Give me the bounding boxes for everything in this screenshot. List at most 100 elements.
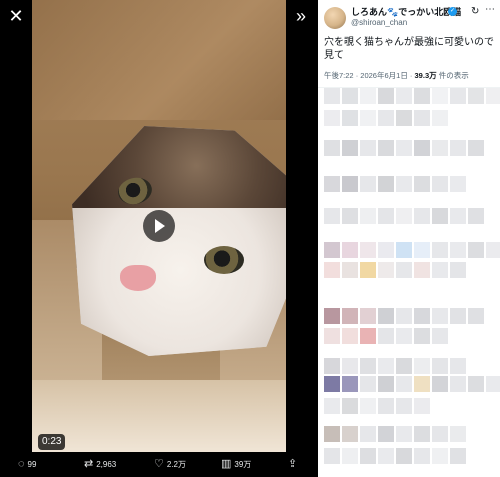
blur-tile <box>432 448 448 464</box>
blur-tile <box>450 176 466 192</box>
blur-tile <box>342 262 358 278</box>
blur-tile <box>414 208 430 224</box>
more-options-icon[interactable]: ⋯ <box>485 4 495 15</box>
play-icon[interactable] <box>143 210 175 242</box>
blur-tile <box>396 110 412 126</box>
blur-tile <box>360 208 376 224</box>
blur-tile <box>414 262 430 278</box>
blur-tile <box>378 140 394 156</box>
blur-tile <box>396 376 412 392</box>
cat-face <box>72 208 286 356</box>
blur-tile <box>342 110 358 126</box>
share-icon: ⇪ <box>288 458 298 470</box>
cat-nose <box>120 265 156 291</box>
blur-tile <box>396 262 412 278</box>
blur-tile <box>342 308 358 324</box>
blur-tile <box>468 242 484 258</box>
blur-tile <box>396 398 412 414</box>
blur-tile <box>378 426 394 442</box>
blur-tile <box>342 242 358 258</box>
blur-tile <box>468 88 484 104</box>
blur-tile <box>450 88 466 104</box>
blur-tile <box>450 140 466 156</box>
blur-tile <box>342 328 358 344</box>
heart-icon: ♡ <box>154 458 164 470</box>
blur-tile <box>396 426 412 442</box>
blur-tile <box>414 328 430 344</box>
blur-tile <box>396 208 412 224</box>
blur-tile <box>324 262 340 278</box>
like-button[interactable]: ♡ 2.2万 <box>154 458 186 470</box>
blur-tile <box>432 208 448 224</box>
action-bar: ◌ 99 ⇄ 2,963 ♡ 2.2万 ▥ 39万 ⇪ <box>0 452 318 477</box>
blur-tile <box>378 398 394 414</box>
blur-tile <box>414 376 430 392</box>
blur-tile <box>324 426 340 442</box>
blur-tile <box>324 358 340 374</box>
blur-tile <box>432 140 448 156</box>
close-icon[interactable]: ✕ <box>4 4 28 28</box>
blur-tile <box>486 88 500 104</box>
blur-tile <box>360 176 376 192</box>
blur-tile <box>342 358 358 374</box>
blur-tile <box>396 448 412 464</box>
tweet-meta: 午後7:22 · 2026年6月1日 · 39.3万 件の表示 <box>324 70 498 81</box>
blur-tile <box>342 398 358 414</box>
reply-button[interactable]: ◌ 99 <box>18 458 36 470</box>
tweet-views: 39.3万 <box>414 71 437 80</box>
blur-tile <box>450 242 466 258</box>
grok-icon[interactable]: ↻ <box>471 6 479 17</box>
media-viewer: ✕ » 0:23 ◌ 99 ⇄ 2,963 ♡ 2.2万 ▥ 39万 ⇪ <box>0 0 318 477</box>
blur-tile <box>360 110 376 126</box>
blur-tile <box>324 110 340 126</box>
blur-tile <box>324 376 340 392</box>
tweet-time[interactable]: 午後7:22 <box>324 71 354 80</box>
blur-tile <box>414 242 430 258</box>
meta-separator: · <box>355 71 359 80</box>
blur-tile <box>342 208 358 224</box>
blur-tile <box>396 358 412 374</box>
tweet-date[interactable]: 2026年6月1日 <box>360 71 408 80</box>
verified-badge-icon: ✓ <box>448 7 457 16</box>
blur-tile <box>360 88 376 104</box>
blur-tile <box>414 110 430 126</box>
blur-tile <box>360 426 376 442</box>
handle[interactable]: @shiroan_chan <box>351 18 407 28</box>
blur-tile <box>396 308 412 324</box>
blur-tile <box>342 426 358 442</box>
blur-tile <box>432 262 448 278</box>
blur-tile <box>360 376 376 392</box>
blur-tile <box>324 242 340 258</box>
blur-tile <box>486 376 500 392</box>
blur-tile <box>324 328 340 344</box>
blur-tile <box>450 308 466 324</box>
reply-count: 99 <box>27 459 37 469</box>
blur-tile <box>450 448 466 464</box>
video-duration: 0:23 <box>38 434 66 450</box>
blur-tile <box>432 426 448 442</box>
views-suffix: 件の表示 <box>438 71 469 80</box>
blur-tile <box>396 140 412 156</box>
blur-tile <box>414 448 430 464</box>
share-button[interactable]: ⇪ <box>288 458 297 470</box>
collapse-panel-icon[interactable]: » <box>289 4 313 28</box>
blur-tile <box>324 176 340 192</box>
retweet-button[interactable]: ⇄ 2,963 <box>84 458 116 470</box>
blur-tile <box>450 426 466 442</box>
reply-icon: ◌ <box>18 458 25 470</box>
blur-tile <box>432 308 448 324</box>
display-name[interactable]: しろあん🐾でっかい北欧猫 <box>351 6 461 18</box>
blur-tile <box>486 242 500 258</box>
like-count: 2.2万 <box>166 459 186 469</box>
blur-tile <box>396 176 412 192</box>
views-button[interactable]: ▥ 39万 <box>221 458 251 470</box>
blur-tile <box>414 88 430 104</box>
blur-tile <box>414 358 430 374</box>
blur-tile <box>342 448 358 464</box>
view-count: 39万 <box>234 459 252 469</box>
tweet-panel: しろあん🐾でっかい北欧猫 ✓ @shiroan_chan ↻ ⋯ 穴を覗く猫ちゃ… <box>318 0 500 477</box>
avatar[interactable] <box>324 7 346 29</box>
blur-tile <box>378 358 394 374</box>
blur-tile <box>360 140 376 156</box>
blur-tile <box>360 398 376 414</box>
